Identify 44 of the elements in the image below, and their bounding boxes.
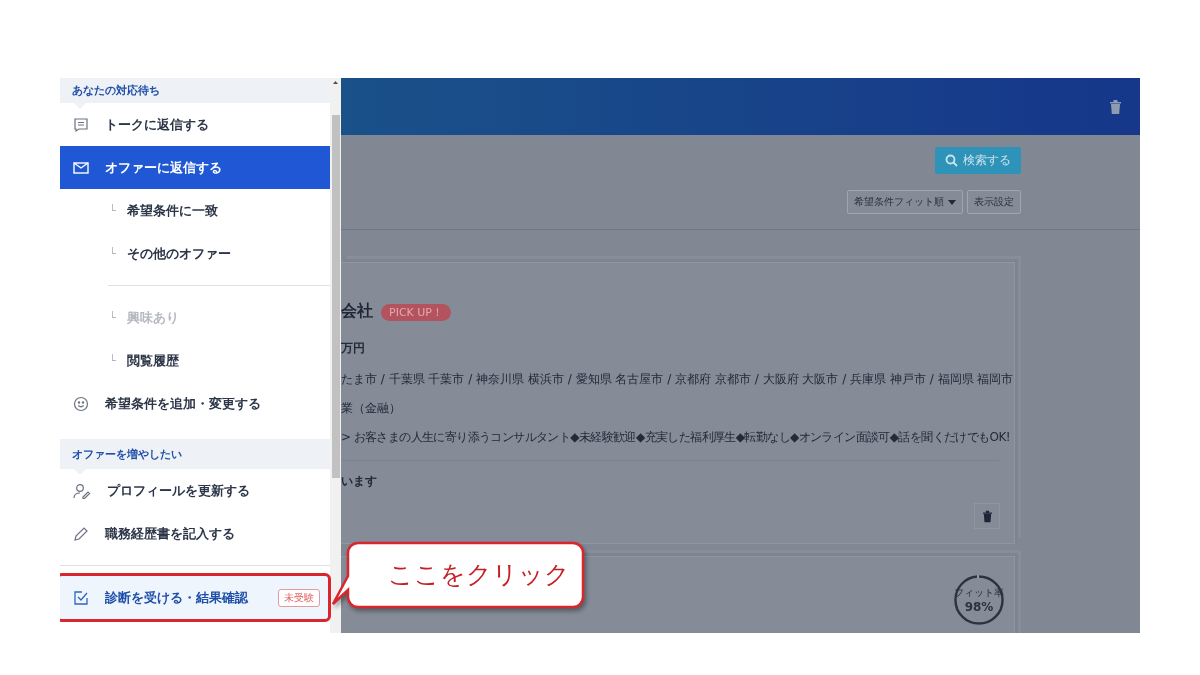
- search-icon: [945, 153, 958, 167]
- delete-button[interactable]: [974, 503, 1000, 529]
- branch-marker: └: [109, 354, 117, 367]
- checkbox-icon: [73, 589, 89, 606]
- branch-marker: └: [109, 247, 117, 260]
- sidebar-item[interactable]: トークに返信する: [60, 103, 330, 146]
- caret-icon: [948, 199, 956, 205]
- sidebar-item[interactable]: オファーに返信する: [60, 146, 330, 189]
- pickup-badge: PICK UP！: [381, 304, 451, 321]
- sidebar-item[interactable]: 診断を受ける・結果確認 未受験: [60, 576, 330, 619]
- subitem-label: 希望条件に一致: [127, 201, 218, 220]
- chat-icon: [73, 116, 89, 133]
- status-text: います: [341, 473, 378, 490]
- mail-icon: [73, 160, 89, 175]
- trash-icon[interactable]: [1109, 98, 1122, 115]
- pencil-icon: [73, 525, 89, 542]
- scrollbar-thumb[interactable]: [332, 115, 340, 478]
- subitem-label: 閲覧履歴: [127, 351, 179, 370]
- job-type-text: 業（金融）: [341, 400, 402, 417]
- subitem-label: 興味あり: [127, 308, 179, 327]
- catchphrase-text: > お客さまの人生に寄り添うコンサルタント◆未経験歓迎◆充実した福利厚生◆転勤なし◆オンライン面談可◆話を聞くだけでもOK!: [341, 429, 1011, 446]
- sort-dropdown[interactable]: 希望条件フィット順: [847, 190, 963, 214]
- sidebar-subitem[interactable]: └ 閲覧履歴: [60, 339, 330, 382]
- trash-icon: [981, 509, 993, 523]
- company-name: 会社: [341, 301, 373, 320]
- section-title: あなたの対応待ち: [72, 83, 160, 98]
- subitem-label: その他のオファー: [127, 244, 231, 263]
- sidebar-item[interactable]: 希望条件を追加・変更する: [60, 382, 330, 425]
- smiley-icon: [73, 395, 89, 412]
- sidebar-item[interactable]: プロフィールを更新する: [60, 469, 330, 512]
- view-settings-button[interactable]: 表示設定: [967, 190, 1021, 214]
- status-badge: 未受験: [278, 588, 320, 607]
- scroll-up-icon[interactable]: [330, 78, 341, 86]
- salary-text: 万円: [341, 340, 366, 357]
- branch-marker: └: [109, 204, 117, 217]
- branch-marker: └: [109, 311, 117, 324]
- section-title: オファーを増やしたい: [72, 446, 182, 462]
- callout-text: ここをクリック: [388, 559, 570, 591]
- sidebar-item[interactable]: 職務経歴書を記入する: [60, 512, 330, 555]
- scrollbar[interactable]: [330, 78, 341, 633]
- user-edit-icon: [73, 482, 91, 499]
- location-text: たま市 / 千葉県 千葉市 / 神奈川県 横浜市 / 愛知県 名古屋市 / 京都府 京都市 / 大阪府 大阪市 / 兵庫県 神戸市 / 福岡県 福岡市: [341, 371, 1014, 388]
- sidebar-subitem[interactable]: └ その他のオファー: [60, 232, 330, 275]
- sidebar-subitem[interactable]: └ 希望条件に一致: [60, 189, 330, 232]
